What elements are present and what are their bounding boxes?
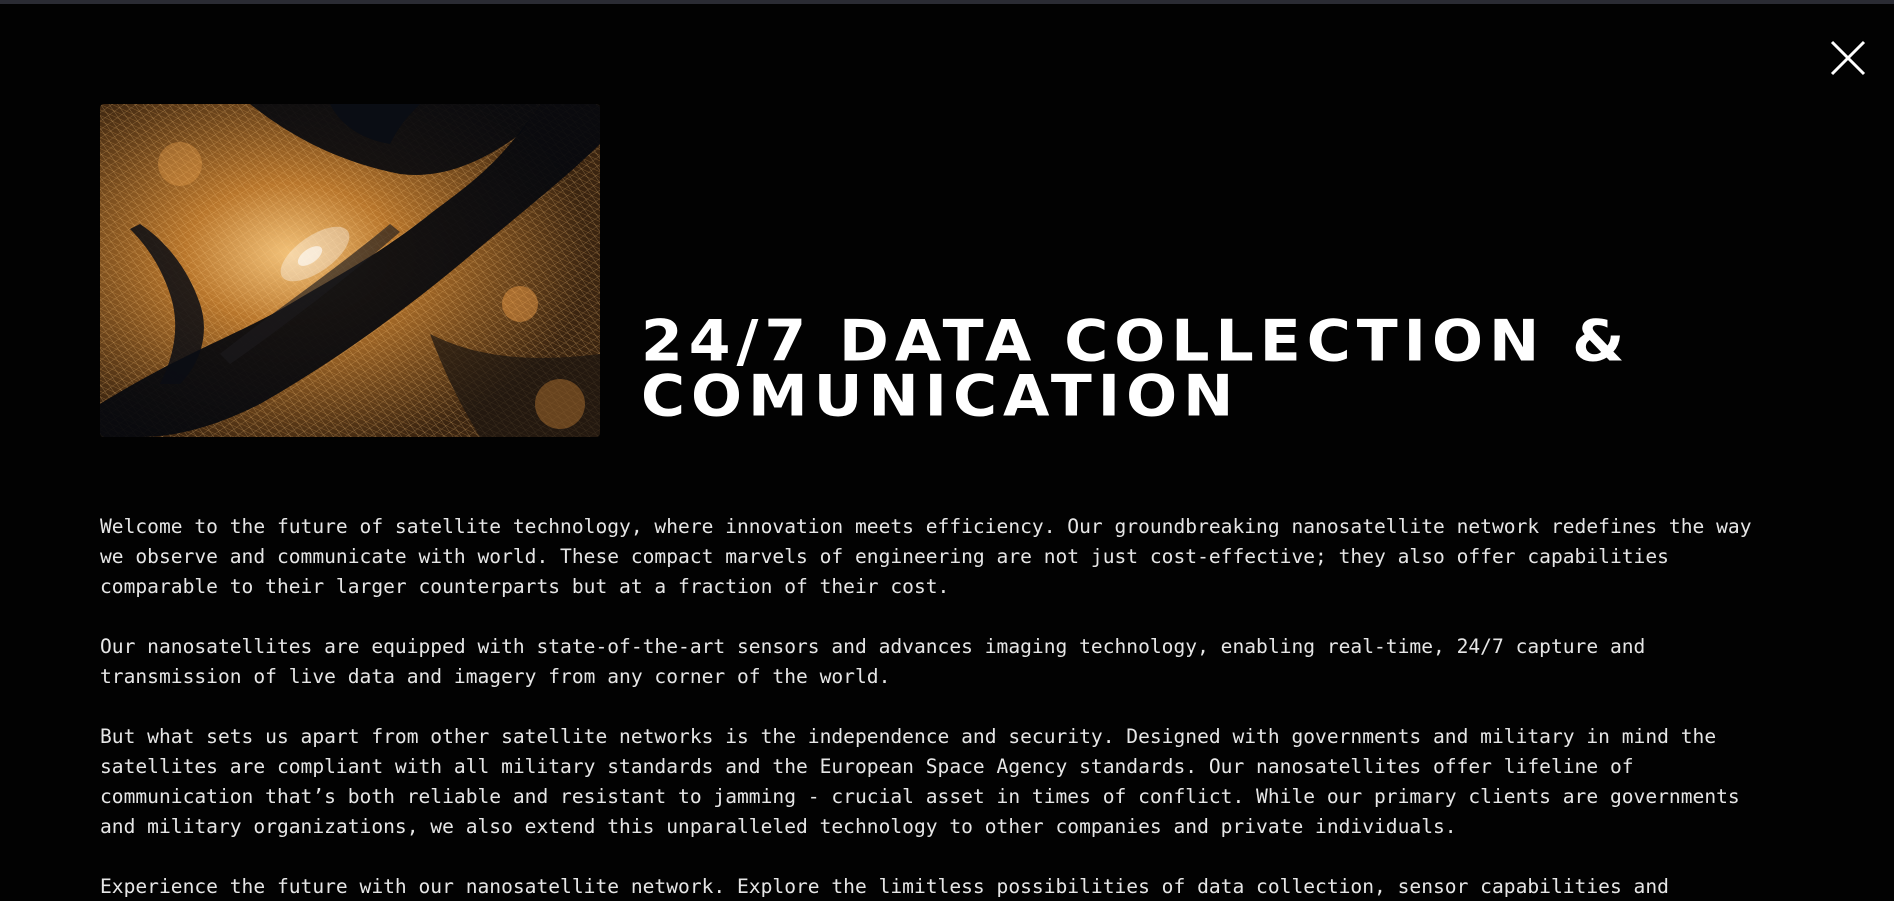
paragraph-2: Our nanosatellites are equipped with sta…	[100, 632, 1800, 692]
title-line-2: COMUNICATION	[641, 363, 1240, 430]
paragraph-line: satellites are compliant with all milita…	[100, 755, 1634, 778]
paragraph-line: communication that’s both reliable and r…	[100, 785, 1740, 808]
paragraph-line: Experience the future with our nanosatel…	[100, 875, 1669, 898]
paragraph-4: Experience the future with our nanosatel…	[100, 872, 1800, 901]
info-modal: 24/7 DATA COLLECTION & COMUNICATION Welc…	[0, 4, 1894, 901]
page-title: 24/7 DATA COLLECTION & COMUNICATION	[641, 313, 1781, 425]
paragraph-line: But what sets us apart from other satell…	[100, 725, 1717, 748]
description-text: Welcome to the future of satellite techn…	[100, 512, 1800, 901]
paragraph-line: Our nanosatellites are equipped with sta…	[100, 635, 1646, 658]
paragraph-line: transmission of live data and imagery fr…	[100, 665, 891, 688]
paragraph-line: and military organizations, we also exte…	[100, 815, 1457, 838]
close-button[interactable]	[1826, 36, 1870, 80]
paragraph-line: Welcome to the future of satellite techn…	[100, 515, 1752, 538]
paragraph-1: Welcome to the future of satellite techn…	[100, 512, 1800, 602]
close-icon[interactable]	[1826, 36, 1870, 80]
paragraph-line: comparable to their larger counterparts …	[100, 575, 950, 598]
paragraph-line: we observe and communicate with world. T…	[100, 545, 1669, 568]
paragraph-3: But what sets us apart from other satell…	[100, 722, 1800, 842]
satellite-city-image	[100, 104, 600, 437]
